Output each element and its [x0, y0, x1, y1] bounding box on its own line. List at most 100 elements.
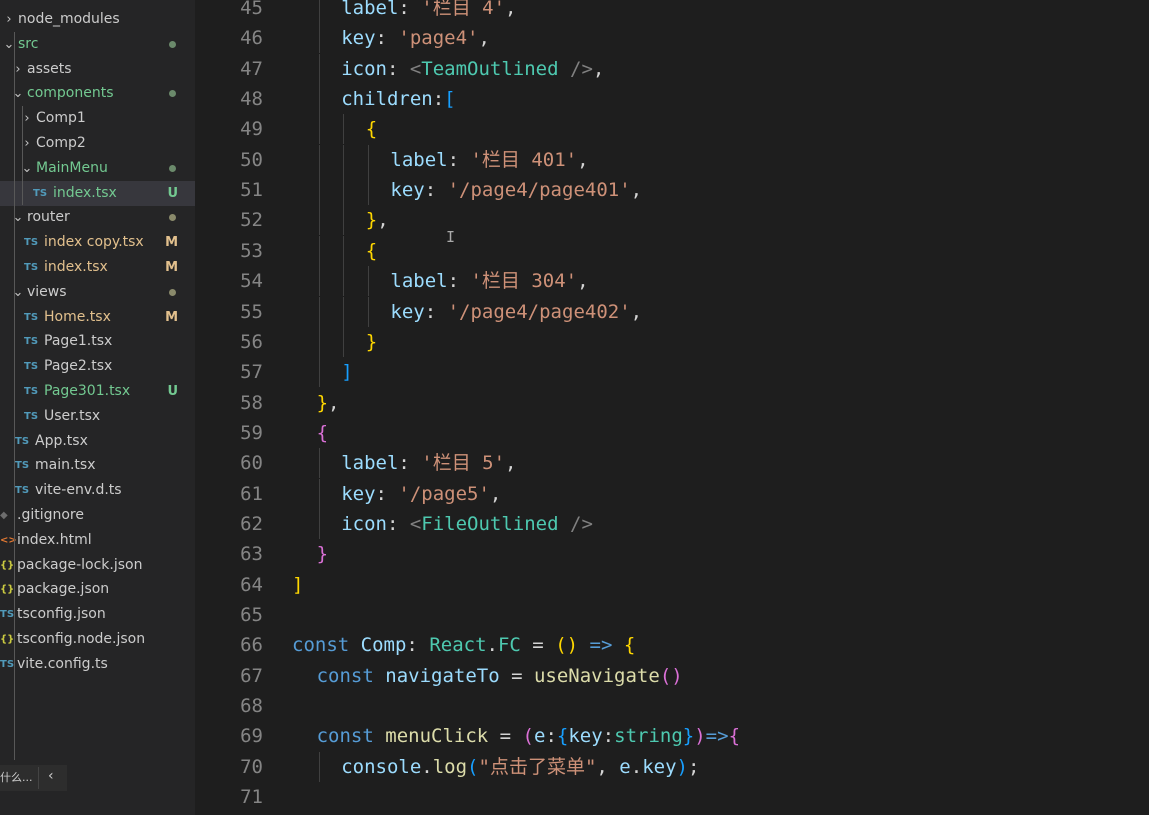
file-row[interactable]: {} package-lock.json	[0, 553, 195, 578]
code-token: FileOutlined	[421, 512, 559, 535]
code-line[interactable]: 58},	[195, 388, 1149, 418]
code-line[interactable]: 52},	[195, 205, 1149, 236]
file-row[interactable]: {} package.json	[0, 577, 195, 602]
code-token: useNavigate	[533, 664, 660, 687]
code-line[interactable]: 56}	[195, 326, 1149, 357]
typescript-file-icon: TS	[24, 336, 39, 348]
line-number: 47	[240, 57, 263, 80]
tree-item-label: node_modules	[18, 11, 120, 27]
code-token: label	[341, 452, 399, 475]
code-line[interactable]: 61 key: '/page5',	[195, 478, 1149, 509]
code-line[interactable]: 63}	[195, 539, 1149, 569]
code-line[interactable]: 67 const navigateTo = useNavigate()	[195, 661, 1149, 691]
file-row[interactable]: TS User.tsx	[0, 404, 195, 429]
code-token: :	[386, 57, 410, 80]
json-file-icon: {}	[0, 584, 15, 596]
indent-guide	[318, 478, 320, 509]
code-line[interactable]: 57]	[195, 357, 1149, 388]
code-line[interactable]: 54 label: '栏目 304',	[195, 266, 1149, 297]
divider	[38, 767, 39, 789]
code-token: :	[447, 270, 471, 293]
indent-guide	[318, 448, 320, 479]
file-row[interactable]: <> index.html	[0, 528, 195, 553]
code-line[interactable]: 70 console.log("点击了菜单", e.key);	[195, 751, 1149, 782]
file-row[interactable]: TS index.tsx M	[0, 255, 195, 280]
code-token: ]	[292, 573, 304, 596]
chevron-right-icon[interactable]: ›	[3, 7, 15, 32]
code-token: const	[316, 725, 374, 748]
code-line[interactable]: 49 {	[195, 114, 1149, 145]
code-line[interactable]: 68	[195, 691, 1149, 721]
code-token: )	[676, 755, 688, 778]
code-token: :	[375, 27, 399, 50]
indent-guide	[318, 266, 320, 297]
typescript-file-icon: TS	[24, 237, 39, 249]
code-token: {	[316, 421, 329, 444]
code-editor[interactable]: I 45 label: '栏目 4', 46 key: 'page4', 47 icon:…	[195, 0, 1149, 815]
tree-item-label: index.html	[17, 531, 92, 548]
code-line[interactable]: 59 {	[195, 418, 1149, 448]
code-line[interactable]: 50 label: '栏目 401',	[195, 144, 1149, 175]
file-row[interactable]: TS Page2.tsx	[0, 354, 195, 379]
folder-row[interactable]: ⌄ views	[0, 280, 195, 305]
code-token: ,	[328, 391, 340, 414]
code-line[interactable]: 55 key: '/page4/page402',	[195, 296, 1149, 327]
code-token: .	[630, 755, 643, 778]
file-row[interactable]: TS tsconfig.json	[0, 602, 195, 627]
code-line[interactable]: 46 key: 'page4',	[195, 23, 1149, 54]
code-line[interactable]: 64]	[195, 570, 1149, 600]
file-row[interactable]: {} tsconfig.node.json	[0, 627, 195, 652]
code-line[interactable]: 69 const menuClick = (e:{key:string})=>{	[195, 721, 1149, 751]
file-row[interactable]: TS vite.config.ts	[0, 652, 195, 677]
code-token: ,	[505, 0, 517, 19]
folder-row[interactable]: › Comp1	[0, 106, 195, 131]
folder-row[interactable]: ⌄ components	[0, 81, 195, 106]
line-number: 69	[240, 725, 263, 748]
line-number: 50	[240, 148, 263, 171]
code-text: console.log("点击了菜单", e.key);	[341, 752, 699, 782]
indent-guide	[343, 266, 345, 297]
folder-row[interactable]: › node_modules	[0, 7, 195, 32]
code-line[interactable]: 65	[195, 600, 1149, 630]
outline-panel-header[interactable]: 什么... ‹	[0, 765, 67, 791]
folder-row[interactable]: ⌄ src	[0, 32, 195, 57]
line-number: 68	[240, 695, 263, 718]
indent-guide	[318, 175, 320, 206]
folder-row[interactable]: ⌄ router	[0, 205, 195, 230]
indent-guide	[343, 326, 345, 357]
tree-item-label: .gitignore	[17, 507, 84, 523]
code-line[interactable]: 71	[195, 782, 1149, 812]
chevron-left-icon[interactable]: ‹	[48, 768, 54, 784]
indent-guide	[318, 296, 320, 327]
code-line[interactable]: 53 {	[195, 235, 1149, 266]
code-line[interactable]: 48 children:[	[195, 84, 1149, 115]
code-token: .	[486, 634, 498, 657]
code-line[interactable]: 45 label: '栏目 4',	[195, 0, 1149, 23]
file-row[interactable]: TS index.tsx U	[0, 180, 195, 206]
file-row[interactable]: TS vite-env.d.ts	[0, 478, 195, 503]
file-row[interactable]: TS Page301.tsx U	[0, 379, 195, 404]
typescript-file-icon: TS	[24, 361, 39, 373]
code-line[interactable]: 51 key: '/page4/page401',	[195, 175, 1149, 206]
code-line[interactable]: 62 icon: <FileOutlined />	[195, 508, 1149, 539]
file-row[interactable]: TS Page1.tsx	[0, 329, 195, 354]
tree-item-label: src	[18, 35, 39, 52]
code-token: icon	[341, 512, 387, 535]
code-token: <	[409, 512, 422, 535]
file-row[interactable]: ◆ .gitignore	[0, 503, 195, 528]
code-line[interactable]: 47 icon: <TeamOutlined />,	[195, 53, 1149, 84]
code-text: label: '栏目 401',	[390, 145, 588, 175]
folder-row[interactable]: ⌄ MainMenu	[0, 156, 195, 181]
code-line[interactable]: 60 label: '栏目 5',	[195, 448, 1149, 479]
file-row[interactable]: TS index copy.tsx M	[0, 230, 195, 255]
folder-row[interactable]: › Comp2	[0, 131, 195, 156]
typescript-file-icon: TS	[24, 410, 39, 422]
folder-row[interactable]: › assets	[0, 57, 195, 82]
tree-item-label: Page301.tsx	[44, 383, 131, 399]
file-row[interactable]: TS main.tsx	[0, 453, 195, 478]
file-row[interactable]: TS Home.tsx M	[0, 305, 195, 330]
file-row[interactable]: TS App.tsx	[0, 429, 195, 454]
code-text: },	[366, 205, 389, 235]
code-line[interactable]: 66 const Comp: React.FC = () => {	[195, 630, 1149, 660]
code-token: {	[365, 118, 378, 141]
